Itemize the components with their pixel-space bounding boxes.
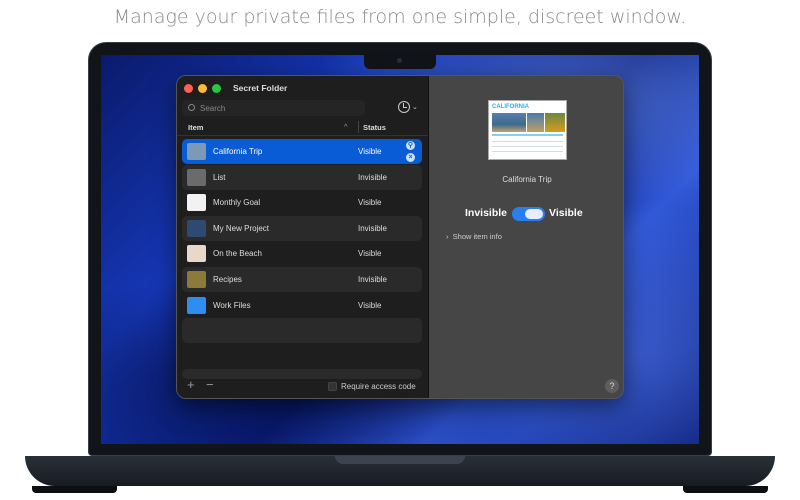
- item-thumbnail: [187, 271, 206, 288]
- detail-pane: CALIFORNIA California Trip Invisible Vis…: [428, 76, 623, 398]
- remove-item-button[interactable]: −: [206, 378, 214, 392]
- item-thumbnail: [187, 194, 206, 211]
- chevron-right-icon: ›: [446, 232, 453, 241]
- minimize-button[interactable]: [198, 84, 207, 93]
- table-row[interactable]: List Invisible: [182, 165, 422, 190]
- table-header: Item ^ Status: [177, 119, 428, 136]
- item-name: Monthly Goal: [213, 198, 260, 207]
- invisible-label: Invisible: [465, 207, 507, 219]
- help-button[interactable]: ?: [605, 379, 619, 393]
- table-row[interactable]: Recipes Invisible: [182, 267, 422, 292]
- item-status: Visible: [358, 198, 381, 207]
- camera-notch: [364, 55, 436, 69]
- preview-caption: California Trip: [429, 175, 624, 184]
- laptop-foot: [32, 486, 117, 493]
- item-status: Invisible: [358, 275, 387, 284]
- empty-row: [182, 318, 422, 343]
- search-placeholder: Search: [200, 104, 225, 113]
- item-status: Visible: [358, 249, 381, 258]
- item-name: My New Project: [213, 224, 269, 233]
- item-thumbnail: [187, 297, 206, 314]
- item-name: Work Files: [213, 301, 251, 310]
- search-icon: [188, 104, 195, 111]
- item-status: Invisible: [358, 224, 387, 233]
- item-thumbnail: [187, 143, 206, 160]
- table-row[interactable]: California Trip Visible ⚲ ×: [182, 139, 422, 164]
- window-title: Secret Folder: [233, 83, 287, 93]
- item-name: Recipes: [213, 275, 242, 284]
- item-preview-thumbnail: CALIFORNIA: [488, 100, 567, 160]
- item-status: Visible: [358, 147, 381, 156]
- headline: Manage your private files from one simpl…: [0, 6, 800, 28]
- empty-row: [182, 369, 422, 379]
- remove-x-icon[interactable]: ×: [406, 153, 415, 162]
- app-window: Secret Folder Search ⌄ Item ^ Status Cal…: [176, 75, 624, 399]
- require-access-code-checkbox[interactable]: Require access code: [328, 382, 416, 391]
- sort-ascending-icon: ^: [344, 122, 348, 131]
- table-row[interactable]: Work Files Visible: [182, 293, 422, 318]
- item-thumbnail: [187, 245, 206, 262]
- item-name: On the Beach: [213, 249, 262, 258]
- close-button[interactable]: [184, 84, 193, 93]
- item-name: List: [213, 173, 225, 182]
- search-input[interactable]: Search: [182, 100, 365, 116]
- history-clock-icon[interactable]: [398, 101, 410, 113]
- item-list-pane: Secret Folder Search ⌄ Item ^ Status Cal…: [177, 76, 428, 398]
- preview-heading: CALIFORNIA: [492, 104, 529, 110]
- visible-label: Visible: [549, 207, 583, 219]
- column-header-item[interactable]: Item: [188, 123, 203, 132]
- chevron-down-icon[interactable]: ⌄: [412, 103, 418, 111]
- laptop-foot: [683, 486, 768, 493]
- item-status: Visible: [358, 301, 381, 310]
- checkbox[interactable]: [328, 382, 337, 391]
- zoom-button[interactable]: [212, 84, 221, 93]
- table-row[interactable]: Monthly Goal Visible: [182, 190, 422, 215]
- item-name: California Trip: [213, 147, 262, 156]
- show-item-info-disclosure[interactable]: › Show item info: [446, 232, 502, 241]
- reveal-search-icon[interactable]: ⚲: [406, 141, 415, 150]
- checkbox-label: Require access code: [341, 382, 416, 391]
- show-info-label: Show item info: [453, 232, 502, 241]
- table-row[interactable]: My New Project Invisible: [182, 216, 422, 241]
- laptop-base: [25, 456, 775, 486]
- column-header-status[interactable]: Status: [358, 121, 386, 133]
- table-row[interactable]: On the Beach Visible: [182, 241, 422, 266]
- item-status: Invisible: [358, 173, 387, 182]
- item-thumbnail: [187, 169, 206, 186]
- add-item-button[interactable]: +: [187, 378, 195, 392]
- item-thumbnail: [187, 220, 206, 237]
- visibility-toggle[interactable]: [512, 207, 545, 221]
